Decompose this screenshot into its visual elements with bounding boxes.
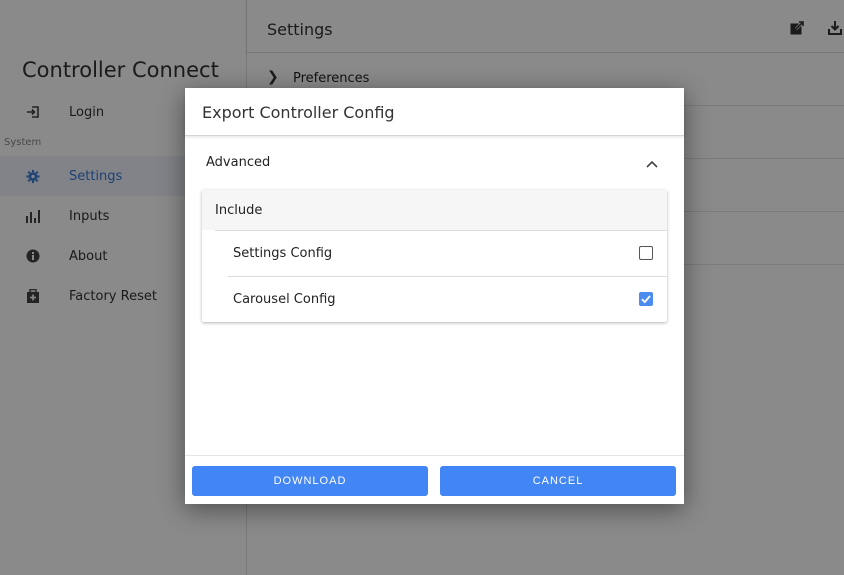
option-settings-config[interactable]: Settings Config (228, 231, 667, 277)
include-header: Include (202, 190, 667, 230)
dialog-footer: DOWNLOAD CANCEL (185, 455, 684, 504)
option-label: Carousel Config (233, 292, 336, 307)
include-options-card: Include Settings Config Carousel Config (202, 190, 667, 322)
download-button[interactable]: DOWNLOAD (192, 466, 428, 496)
option-carousel-config[interactable]: Carousel Config (228, 277, 667, 322)
dialog-header: Export Controller Config (185, 88, 684, 136)
dialog-title: Export Controller Config (202, 103, 395, 122)
settings-config-checkbox[interactable] (639, 246, 653, 260)
cancel-button[interactable]: CANCEL (440, 466, 676, 496)
accordion-label: Advanced (206, 155, 271, 170)
export-config-dialog: Export Controller Config Advanced Includ… (185, 88, 684, 504)
option-label: Settings Config (233, 246, 333, 261)
chevron-up-icon[interactable] (645, 156, 659, 170)
include-label: Include (215, 203, 263, 218)
carousel-config-checkbox[interactable] (639, 292, 653, 306)
advanced-accordion-header[interactable]: Advanced (185, 144, 684, 184)
